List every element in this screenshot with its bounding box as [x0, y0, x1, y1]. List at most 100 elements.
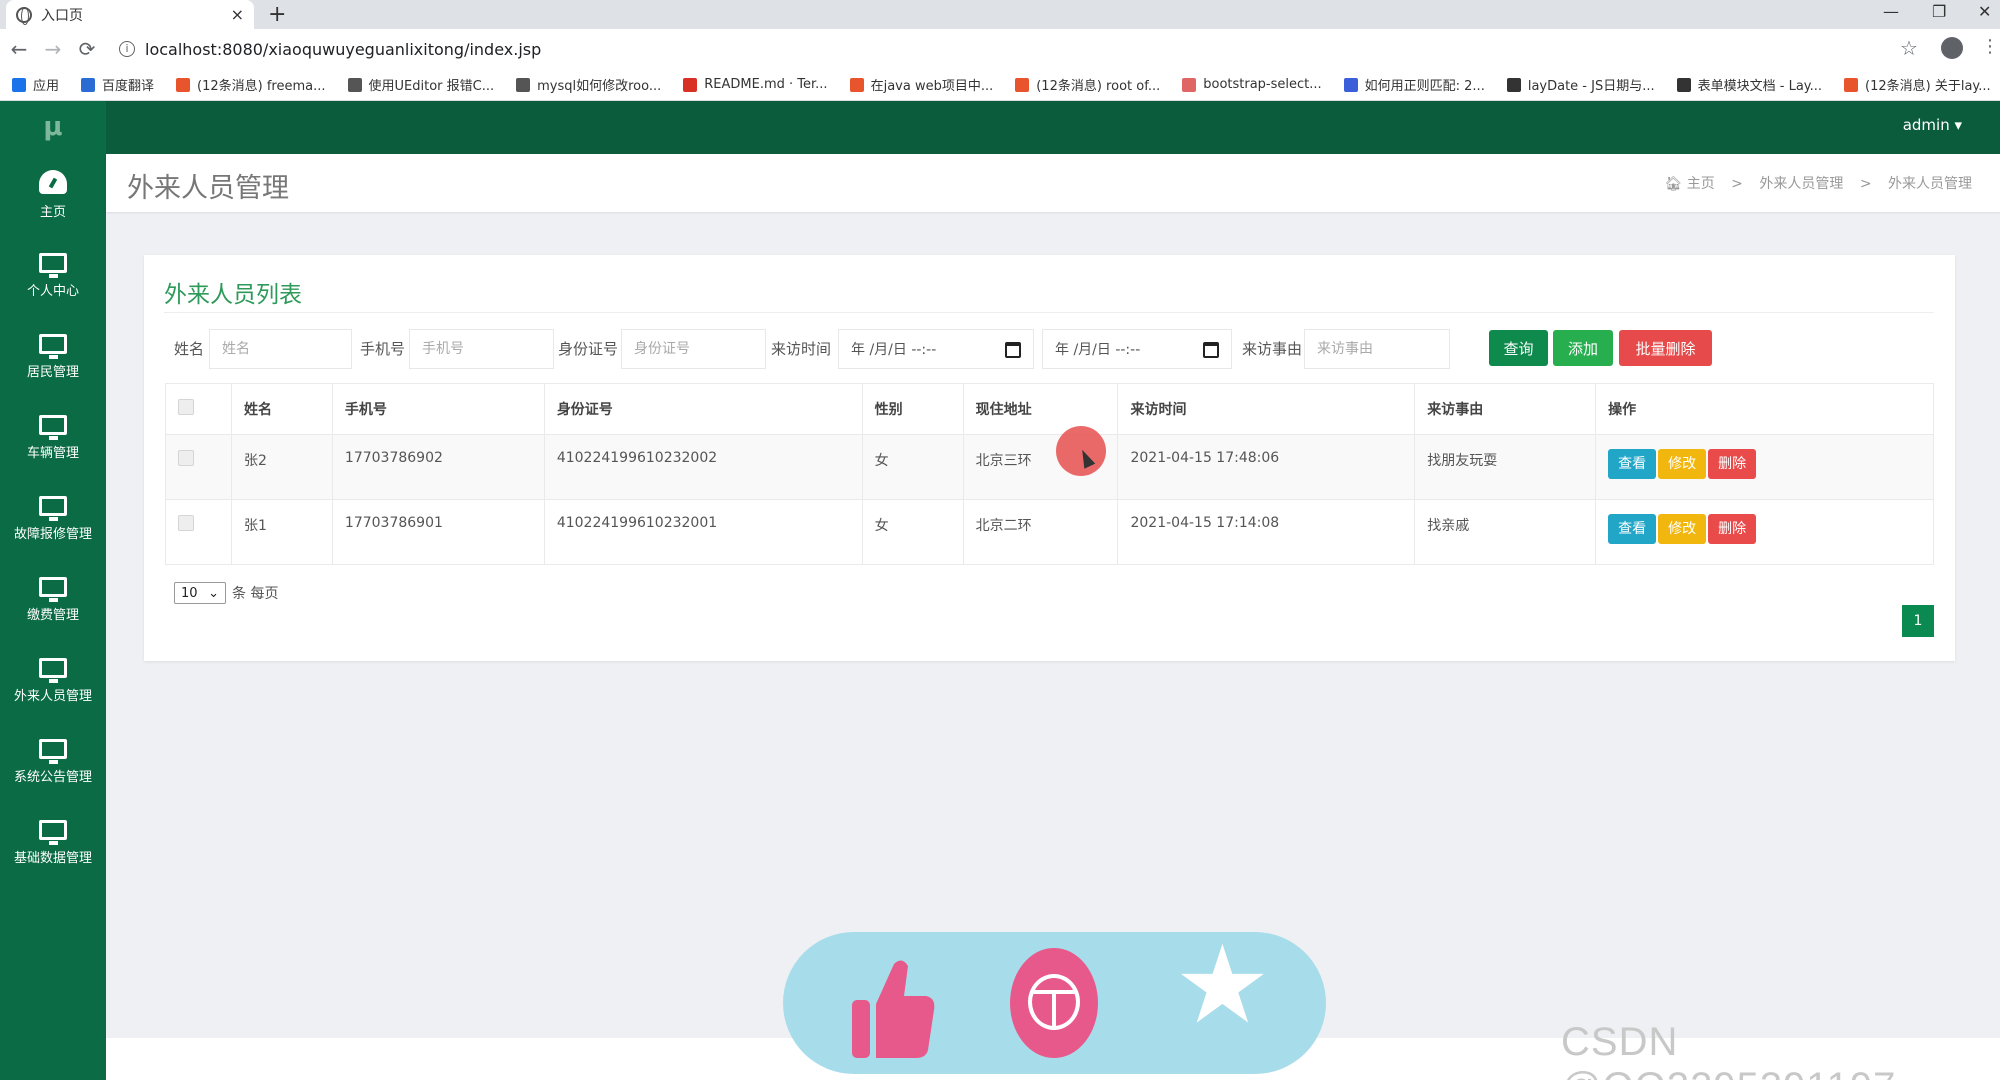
sidebar-item-label: 车辆管理: [26, 445, 79, 461]
bookmark-item[interactable]: mysql如何修改roo...: [516, 75, 661, 94]
window-close-icon[interactable]: ✕: [1978, 2, 1991, 21]
row-checkbox[interactable]: [165, 499, 232, 565]
page-size-select[interactable]: 10 ⌄: [174, 582, 226, 604]
bookmark-item[interactable]: README.md · Ter...: [683, 77, 828, 92]
monitor-icon: [39, 738, 67, 764]
cell-phone: 17703786901: [331, 499, 545, 565]
bookmark-item[interactable]: 如何用正则匹配: 2...: [1343, 75, 1485, 94]
col-actions: 操作: [1595, 383, 1934, 435]
page-title: 外来人员管理: [127, 173, 289, 204]
select-all-checkbox[interactable]: [165, 383, 232, 435]
minimize-icon[interactable]: —: [1883, 2, 1899, 21]
forward-icon[interactable]: →: [38, 37, 68, 61]
sidebar-item[interactable]: 故障报修管理: [0, 478, 106, 559]
sidebar-item[interactable]: 外来人员管理: [0, 640, 106, 721]
name-input[interactable]: [209, 329, 352, 369]
calendar-icon[interactable]: [1005, 342, 1021, 358]
browser-tab[interactable]: 入口页 ×: [6, 0, 254, 29]
cell-id: 410224199610232002: [543, 434, 863, 500]
sidebar-item-label: 主页: [39, 204, 66, 220]
sidebar-item[interactable]: 主页: [0, 154, 106, 235]
table-row: 张2 17703786902 410224199610232002 女 北京三环…: [165, 434, 1934, 500]
breadcrumb-sep: >: [1859, 176, 1872, 192]
bookmark-label: 表单模块文档 - Lay...: [1697, 79, 1823, 94]
restore-icon[interactable]: ❐: [1932, 2, 1946, 21]
id-input[interactable]: [621, 329, 766, 369]
breadcrumb: 🏠︎ 主页 > 外来人员管理 > 外来人员管理: [1664, 173, 1972, 193]
back-icon[interactable]: ←: [4, 37, 34, 61]
bookmark-star-icon[interactable]: ☆: [1900, 36, 1918, 60]
bookmark-item[interactable]: bootstrap-select...: [1182, 77, 1322, 92]
date-start-input[interactable]: 年 /月/日 --:--: [838, 329, 1034, 369]
table-header-row: 姓名 手机号 身份证号 性别 现住地址 来访时间 来访事由 操作: [165, 383, 1934, 435]
bookmark-favicon-icon: [1676, 77, 1691, 92]
profile-icon[interactable]: [1941, 37, 1963, 59]
batch-delete-button[interactable]: 批量删除: [1619, 330, 1712, 366]
coin-icon[interactable]: [1010, 948, 1098, 1058]
sidebar-item[interactable]: 基础数据管理: [0, 802, 106, 883]
view-button[interactable]: 查看: [1608, 514, 1657, 544]
bookmark-item[interactable]: 百度翻译: [81, 75, 154, 94]
bookmark-label: mysql如何修改roo...: [537, 79, 662, 94]
reason-input[interactable]: [1304, 329, 1450, 369]
view-button[interactable]: 查看: [1608, 449, 1657, 479]
page-number-button[interactable]: 1: [1902, 605, 1934, 637]
reload-icon[interactable]: ⟳: [72, 37, 102, 61]
col-gender: 性别: [861, 383, 964, 435]
bookmark-label: 百度翻译: [102, 79, 155, 94]
add-button[interactable]: 添加: [1553, 330, 1613, 366]
bookmark-favicon-icon: [81, 77, 96, 92]
list-card: 外来人员列表 姓名 手机号 身份证号 来访时间 年 /月/日 --:-- 年 /…: [144, 255, 1955, 661]
bookmark-favicon-icon: [1015, 77, 1030, 92]
delete-button[interactable]: 删除: [1708, 449, 1757, 479]
bookmarks-bar: 应用 百度翻译 (12条消息) freema... 使用UEditor 报错C... m…: [0, 69, 2000, 101]
monitor-icon: [39, 576, 67, 602]
sidebar-item[interactable]: 车辆管理: [0, 397, 106, 478]
globe-icon: [16, 6, 32, 25]
user-menu[interactable]: admin ▾: [1903, 116, 1962, 134]
sidebar-item[interactable]: 系统公告管理: [0, 721, 106, 802]
bookmark-label: 在java web项目中...: [870, 79, 994, 94]
star-icon[interactable]: ★: [1174, 932, 1271, 1040]
bookmark-favicon-icon: [849, 77, 864, 92]
search-button[interactable]: 查询: [1489, 330, 1548, 366]
app-logo[interactable]: μ: [0, 101, 106, 154]
bookmark-item[interactable]: 表单模块文档 - Lay...: [1676, 75, 1823, 94]
new-tab-button[interactable]: +: [268, 2, 286, 27]
bookmark-label: (12条消息) freema...: [197, 79, 326, 94]
bookmark-item[interactable]: (12条消息) freema...: [176, 75, 326, 94]
bookmark-item[interactable]: 在java web项目中...: [849, 75, 994, 94]
info-icon[interactable]: i: [119, 41, 135, 57]
breadcrumb-home[interactable]: 主页: [1687, 176, 1715, 192]
bookmark-item[interactable]: layDate - JS日期与...: [1506, 75, 1655, 94]
date-end-input[interactable]: 年 /月/日 --:--: [1042, 329, 1232, 369]
delete-button[interactable]: 删除: [1708, 514, 1757, 544]
bookmark-favicon-icon: [1844, 77, 1859, 92]
calendar-icon[interactable]: [1203, 342, 1219, 358]
phone-input[interactable]: [409, 329, 554, 369]
sidebar-item[interactable]: 居民管理: [0, 316, 106, 397]
browser-menu-icon[interactable]: ⋮: [1981, 36, 1999, 57]
tab-close-icon[interactable]: ×: [231, 5, 244, 24]
monitor-icon: [39, 819, 67, 845]
sidebar-item-label: 外来人员管理: [13, 688, 92, 704]
breadcrumb-level1[interactable]: 外来人员管理: [1759, 176, 1843, 192]
bookmark-label: 如何用正则匹配: 2...: [1364, 79, 1485, 94]
edit-button[interactable]: 修改: [1658, 514, 1707, 544]
sidebar-item[interactable]: 缴费管理: [0, 559, 106, 640]
col-time: 来访时间: [1117, 383, 1416, 435]
edit-button[interactable]: 修改: [1658, 449, 1707, 479]
cell-phone: 17703786902: [331, 434, 545, 500]
bookmark-item[interactable]: 应用: [12, 75, 59, 94]
bookmark-favicon-icon: [1343, 77, 1358, 92]
sidebar-item-label: 基础数据管理: [13, 850, 92, 866]
bookmark-favicon-icon: [347, 77, 362, 92]
url-field[interactable]: i localhost:8080/xiaoquwuyeguanlixitong/…: [113, 33, 1893, 65]
bookmark-item[interactable]: (12条消息) root of...: [1015, 75, 1160, 94]
bookmark-item[interactable]: 使用UEditor 报错C...: [347, 75, 494, 94]
thumbs-up-icon[interactable]: [850, 956, 936, 1060]
bookmark-label: README.md · Ter...: [704, 77, 828, 92]
row-checkbox[interactable]: [165, 434, 232, 500]
sidebar-item[interactable]: 个人中心: [0, 235, 106, 316]
bookmark-item[interactable]: (12条消息) 关于lay...: [1844, 75, 1991, 94]
